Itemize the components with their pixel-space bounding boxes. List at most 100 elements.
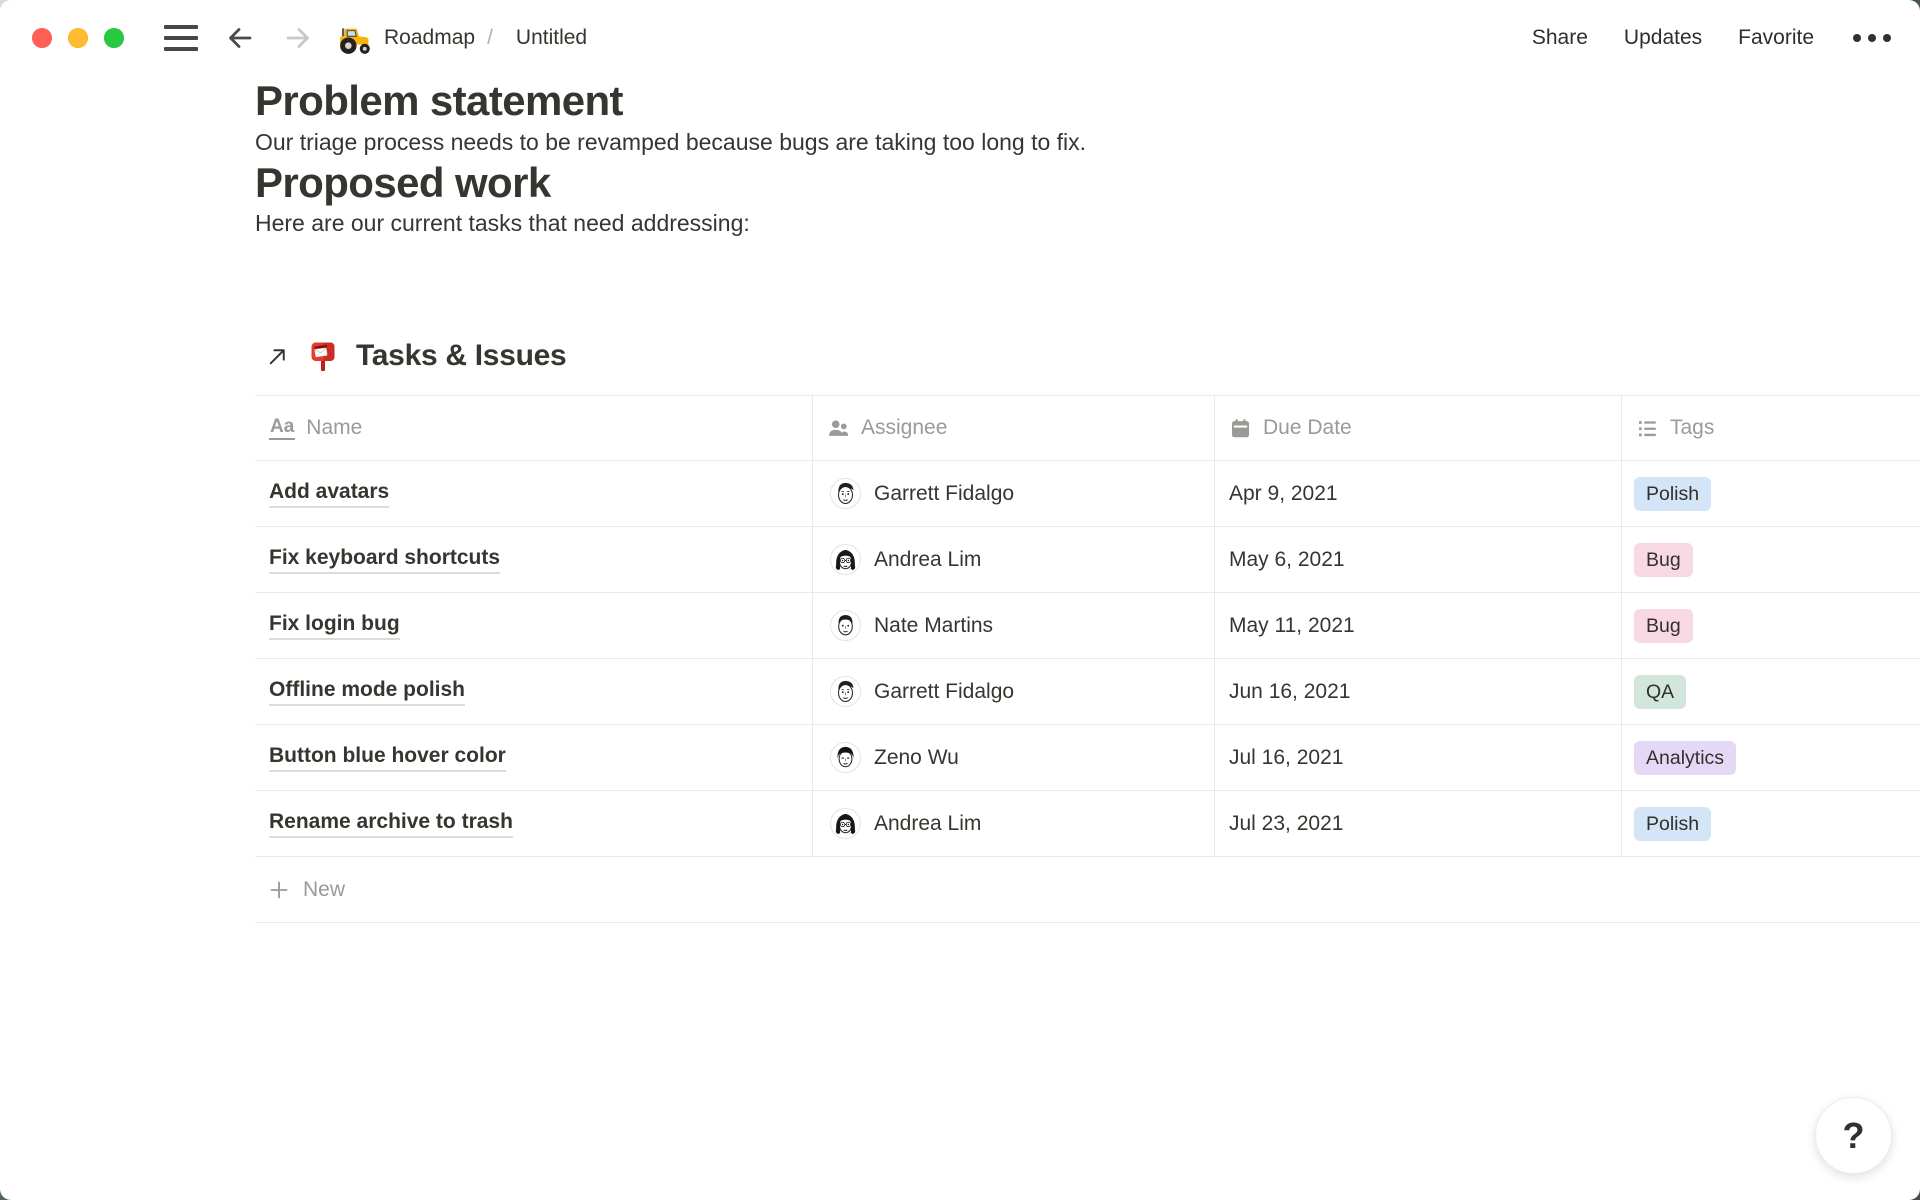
due-date: Jul 23, 2021 [1229,812,1343,836]
tag-badge[interactable]: Analytics [1634,741,1736,775]
table-rows: Add avatars Garrett Fidalgo Apr 9, 2021 … [255,461,1920,857]
topbar-actions: Share Updates Favorite [1532,26,1894,50]
tag-badge[interactable]: Polish [1634,807,1711,841]
plus-icon [268,879,290,901]
table-header-row: Aa Name Assignee [255,395,1920,461]
close-window-button[interactable] [32,28,52,48]
collection-header: Tasks & Issues [255,338,1920,374]
tractor-icon [336,20,373,57]
task-name-link[interactable]: Fix login bug [269,612,400,640]
tag-badge[interactable]: Bug [1634,543,1693,577]
favorite-button[interactable]: Favorite [1738,26,1814,50]
table-row: Fix keyboard shortcuts Andrea Lim May 6,… [255,527,1920,593]
due-date-cell[interactable]: Apr 9, 2021 [1215,461,1622,526]
column-label: Name [306,416,362,440]
paragraph-proposed: Here are our current tasks that need add… [255,207,1920,239]
due-date: May 11, 2021 [1229,614,1355,638]
hamburger-icon[interactable] [164,25,198,51]
table-row: Add avatars Garrett Fidalgo Apr 9, 2021 … [255,461,1920,527]
task-name-link[interactable]: Fix keyboard shortcuts [269,546,500,574]
name-cell[interactable]: Add avatars [255,461,813,526]
person-icon [827,417,850,440]
column-label: Due Date [1263,416,1352,440]
assignee-cell[interactable]: Garrett Fidalgo [813,461,1215,526]
help-button[interactable]: ? [1815,1097,1892,1174]
share-button[interactable]: Share [1532,26,1588,50]
assignee-cell[interactable]: Andrea Lim [813,527,1215,592]
name-cell[interactable]: Fix login bug [255,593,813,658]
name-cell[interactable]: Button blue hover color [255,725,813,790]
ellipsis-icon[interactable] [1850,29,1894,47]
name-cell[interactable]: Fix keyboard shortcuts [255,527,813,592]
minimize-window-button[interactable] [68,28,88,48]
table-row: Button blue hover color Zeno Wu Jul 16, … [255,725,1920,791]
breadcrumb-root[interactable]: Roadmap [384,26,475,50]
column-header-due-date[interactable]: Due Date [1215,396,1622,460]
assignee-cell[interactable]: Garrett Fidalgo [813,659,1215,724]
list-icon [1636,417,1659,440]
assignee-avatar [830,544,861,575]
column-header-tags[interactable]: Tags [1622,396,1920,460]
table-row: Offline mode polish Garrett Fidalgo Jun … [255,659,1920,725]
breadcrumb-current[interactable]: Untitled [516,26,587,50]
page-content: Problem statement Our triage process nee… [255,76,1920,923]
column-label: Tags [1670,416,1714,440]
tag-badge[interactable]: Polish [1634,477,1711,511]
question-mark-icon: ? [1843,1115,1865,1157]
due-date: Jun 16, 2021 [1229,680,1350,704]
assignee-name: Nate Martins [874,614,993,638]
tags-cell[interactable]: QA [1622,659,1920,724]
heading-problem-statement: Problem statement [255,76,1920,126]
paragraph-problem: Our triage process needs to be revamped … [255,126,1920,158]
back-button[interactable] [224,22,256,54]
tag-badge[interactable]: QA [1634,675,1686,709]
assignee-avatar [830,610,861,641]
name-cell[interactable]: Offline mode polish [255,659,813,724]
due-date-cell[interactable]: Jul 23, 2021 [1215,791,1622,856]
tags-cell[interactable]: Bug [1622,593,1920,658]
assignee-avatar [830,676,861,707]
updates-button[interactable]: Updates [1624,26,1702,50]
task-name-link[interactable]: Add avatars [269,480,389,508]
due-date: Apr 9, 2021 [1229,482,1338,506]
due-date-cell[interactable]: May 6, 2021 [1215,527,1622,592]
assignee-name: Andrea Lim [874,548,981,572]
new-row-label: New [303,878,345,902]
column-header-assignee[interactable]: Assignee [813,396,1215,460]
due-date-cell[interactable]: Jul 16, 2021 [1215,725,1622,790]
name-cell[interactable]: Rename archive to trash [255,791,813,856]
new-row-button[interactable]: New [255,857,1920,923]
assignee-cell[interactable]: Zeno Wu [813,725,1215,790]
arrow-up-right-icon [265,344,290,369]
due-date: Jul 16, 2021 [1229,746,1343,770]
task-name-link[interactable]: Offline mode polish [269,678,465,706]
window-controls [32,28,124,48]
assignee-avatar [830,742,861,773]
assignee-cell[interactable]: Nate Martins [813,593,1215,658]
task-name-link[interactable]: Button blue hover color [269,744,506,772]
tag-badge[interactable]: Bug [1634,609,1693,643]
zoom-window-button[interactable] [104,28,124,48]
table-row: Rename archive to trash Andrea Lim Jul 2… [255,791,1920,857]
assignee-name: Andrea Lim [874,812,981,836]
due-date-cell[interactable]: Jun 16, 2021 [1215,659,1622,724]
tags-cell[interactable]: Analytics [1622,725,1920,790]
text-icon: Aa [269,417,295,440]
task-name-link[interactable]: Rename archive to trash [269,810,513,838]
calendar-icon [1229,417,1252,440]
assignee-avatar [830,808,861,839]
tags-cell[interactable]: Bug [1622,527,1920,592]
topbar: Roadmap / Untitled Share Updates Favorit… [0,0,1920,76]
assignee-cell[interactable]: Andrea Lim [813,791,1215,856]
mailbox-icon [305,338,341,374]
tags-cell[interactable]: Polish [1622,791,1920,856]
assignee-avatar [830,478,861,509]
column-header-name[interactable]: Aa Name [255,396,813,460]
due-date-cell[interactable]: May 11, 2021 [1215,593,1622,658]
forward-button[interactable] [282,22,314,54]
tags-cell[interactable]: Polish [1622,461,1920,526]
table-row: Fix login bug Nate Martins May 11, 2021 … [255,593,1920,659]
tasks-table: Aa Name Assignee [255,395,1920,923]
collection-title[interactable]: Tasks & Issues [356,339,566,373]
heading-proposed-work: Proposed work [255,158,1920,208]
